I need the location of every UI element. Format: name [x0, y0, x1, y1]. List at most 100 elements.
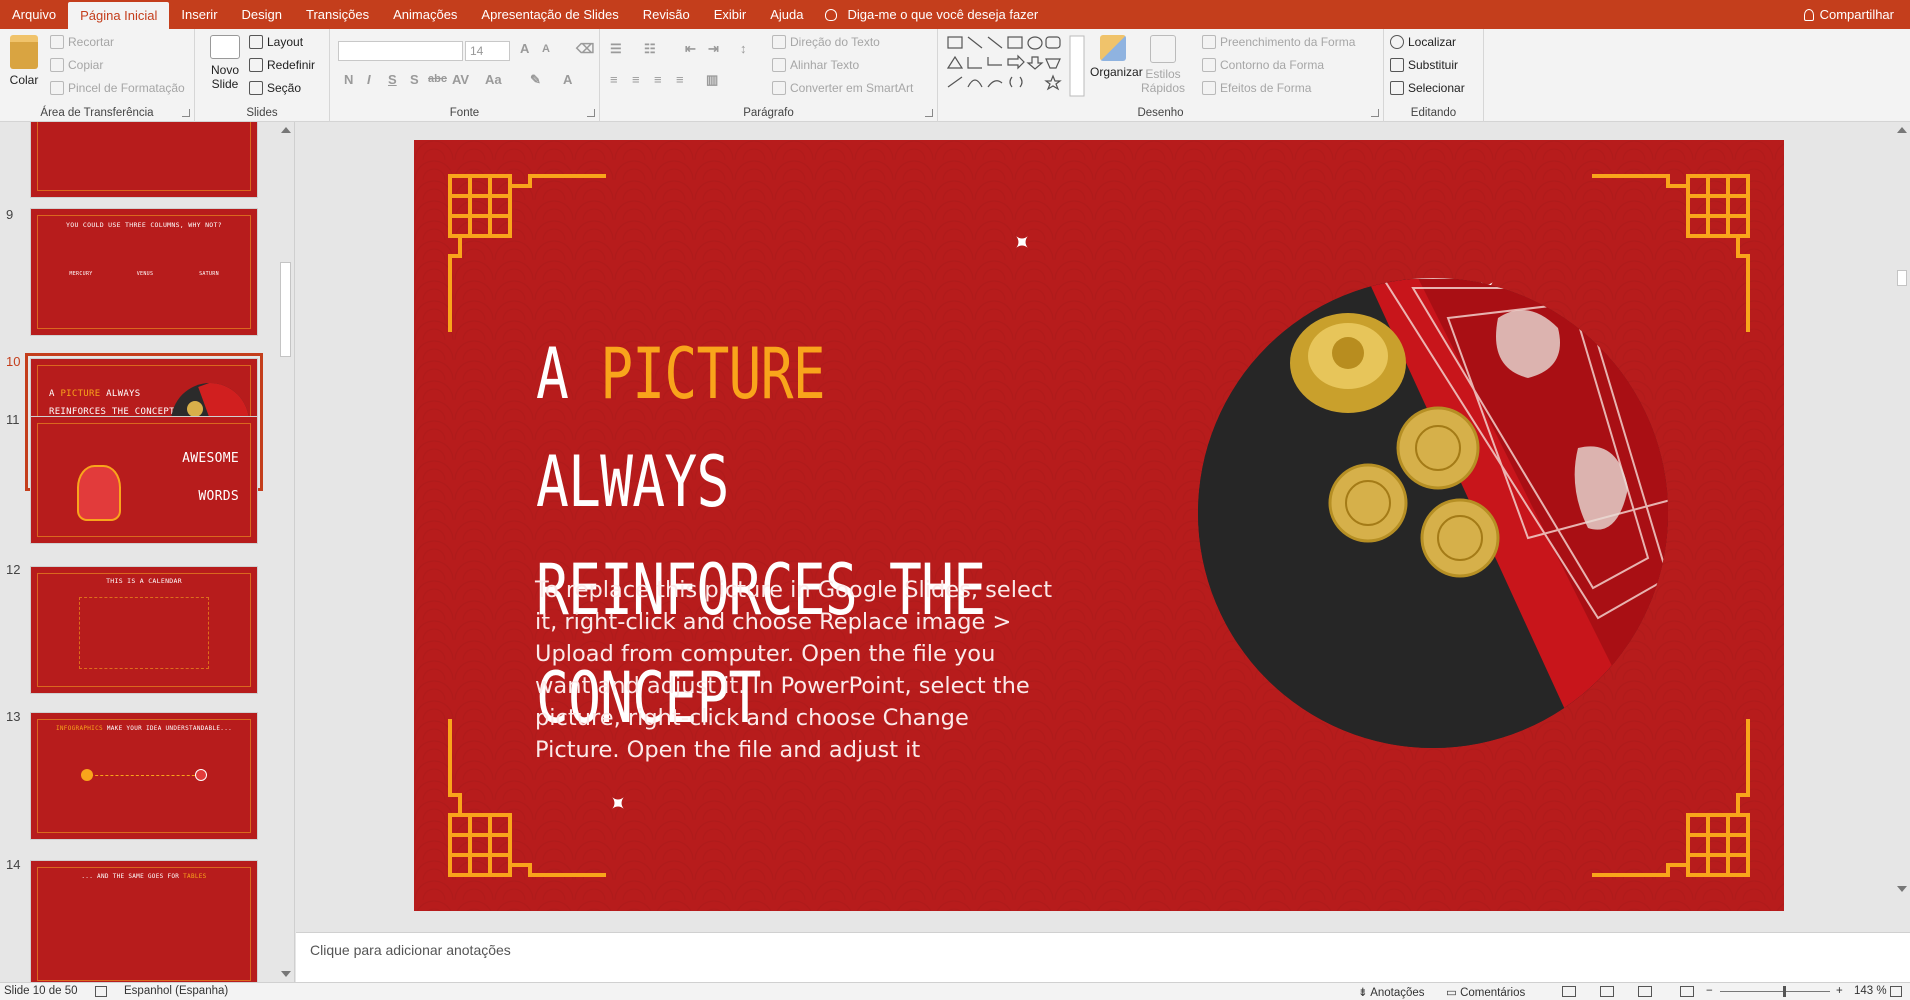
arrange-label: Organizar — [1090, 65, 1143, 79]
bullets-icon[interactable]: ☰ — [610, 41, 622, 57]
replace-button[interactable]: Substituir — [1390, 58, 1458, 72]
align-center-icon[interactable]: ≡ — [632, 72, 640, 87]
select-label: Selecionar — [1408, 81, 1465, 95]
grow-font-icon[interactable]: A — [520, 41, 529, 56]
language-indicator[interactable]: Espanhol (Espanha) — [124, 985, 228, 997]
tab-arquivo[interactable]: Arquivo — [0, 0, 68, 29]
thumb-title-hl: TABLES — [183, 873, 207, 880]
slide-thumbnail-12[interactable]: THIS IS A CALENDAR — [30, 566, 258, 694]
shape-effects-button[interactable]: Efeitos de Forma — [1202, 81, 1311, 95]
shape-outline-button[interactable]: Contorno da Forma — [1202, 58, 1324, 72]
notes-toggle[interactable]: ⇟ Anotações — [1358, 985, 1425, 999]
notes-pane[interactable]: Clique para adicionar anotações — [296, 932, 1910, 982]
zoom-level[interactable]: 143 % — [1854, 985, 1887, 997]
paragraph-dialog-launcher[interactable] — [925, 109, 933, 117]
font-name-combo[interactable] — [338, 41, 463, 61]
clipboard-group: Colar Recortar Copiar Pincel de Formataç… — [0, 29, 195, 122]
slide-thumbnail-8[interactable] — [30, 122, 258, 198]
font-color-button[interactable]: A — [563, 72, 572, 87]
drawing-dialog-launcher[interactable] — [1371, 109, 1379, 117]
new-slide-button[interactable]: Novo Slide — [205, 35, 245, 91]
fit-to-window-icon[interactable] — [1890, 986, 1902, 997]
tab-inserir[interactable]: Inserir — [169, 0, 229, 29]
tell-me-search[interactable]: Diga-me o que você deseja fazer — [815, 0, 1048, 29]
tab-exibir[interactable]: Exibir — [702, 0, 759, 29]
new-slide-icon — [210, 35, 240, 59]
scrollbar-thumb[interactable] — [280, 262, 291, 357]
normal-view-icon[interactable] — [1562, 986, 1576, 997]
zoom-out-button[interactable]: − — [1706, 985, 1713, 997]
slide-thumbnail-pane[interactable]: 9 YOU COULD USE THREE COLUMNS, WHY NOT? … — [0, 122, 295, 982]
highlight-icon[interactable]: ✎ — [530, 72, 541, 88]
align-right-icon[interactable]: ≡ — [654, 72, 662, 87]
cut-button[interactable]: Recortar — [50, 35, 114, 49]
scroll-up-arrow[interactable] — [1897, 127, 1907, 133]
slideshow-icon[interactable] — [1680, 986, 1694, 997]
zoom-in-button[interactable]: + — [1836, 985, 1843, 997]
slide-canvas[interactable]: A PICTURE ALWAYS REINFORCES THE CONCEPT … — [414, 140, 1784, 911]
increase-indent-icon[interactable]: ⇥ — [708, 41, 719, 57]
reset-button[interactable]: Redefinir — [249, 58, 315, 72]
slide-thumbnail-9[interactable]: YOU COULD USE THREE COLUMNS, WHY NOT? ME… — [30, 208, 258, 336]
scroll-down-arrow[interactable] — [281, 971, 291, 977]
tab-apresentacao[interactable]: Apresentação de Slides — [469, 0, 630, 29]
numbering-icon[interactable]: ☷ — [644, 41, 656, 57]
copy-button[interactable]: Copiar — [50, 58, 103, 72]
clipboard-dialog-launcher[interactable] — [182, 109, 190, 117]
slide-thumbnail-13[interactable]: INFOGRAPHICS MAKE YOUR IDEA UNDERSTANDAB… — [30, 712, 258, 840]
section-button[interactable]: Seção — [249, 81, 301, 95]
tab-animacoes[interactable]: Animações — [381, 0, 469, 29]
tab-ajuda[interactable]: Ajuda — [758, 0, 815, 29]
italic-button[interactable]: I — [367, 72, 371, 87]
zoom-slider-thumb[interactable] — [1783, 986, 1786, 997]
paste-button[interactable]: Colar — [6, 35, 42, 87]
decrease-indent-icon[interactable]: ⇤ — [685, 41, 696, 57]
slide-body-text[interactable]: To replace this picture in Google Slides… — [535, 574, 1055, 766]
select-button[interactable]: Selecionar — [1390, 81, 1465, 95]
zoom-slider[interactable] — [1720, 991, 1830, 992]
align-left-icon[interactable]: ≡ — [610, 72, 618, 87]
find-button[interactable]: Localizar — [1390, 35, 1456, 49]
shrink-font-icon[interactable]: A — [542, 43, 550, 55]
char-spacing-button[interactable]: AV — [452, 72, 469, 87]
text-direction-button[interactable]: Direção do Texto — [772, 35, 880, 49]
editor-scrollbar[interactable] — [1894, 122, 1910, 932]
change-case-button[interactable]: Aa — [485, 72, 502, 87]
font-size-combo[interactable]: 14 — [465, 41, 510, 61]
thumbnail-scrollbar[interactable] — [278, 122, 293, 982]
spellcheck-icon[interactable] — [95, 986, 107, 997]
scroll-down-arrow[interactable] — [1897, 886, 1907, 892]
slide-sorter-icon[interactable] — [1600, 986, 1614, 997]
shape-fill-button[interactable]: Preenchimento da Forma — [1202, 35, 1355, 49]
line-spacing-icon[interactable]: ↕ — [740, 41, 747, 56]
format-painter-label: Pincel de Formatação — [68, 81, 185, 95]
reading-view-icon[interactable] — [1638, 986, 1652, 997]
comments-toggle[interactable]: ▭ Comentários — [1446, 985, 1525, 999]
strikethrough-button[interactable]: abc — [428, 73, 447, 85]
smartart-button[interactable]: Converter em SmartArt — [772, 81, 913, 95]
underline-button[interactable]: S — [388, 72, 397, 87]
clear-format-icon[interactable]: ⌫ — [576, 41, 594, 57]
slide-editor: A PICTURE ALWAYS REINFORCES THE CONCEPT … — [296, 122, 1894, 995]
slide-photo[interactable] — [1198, 278, 1668, 748]
bold-button[interactable]: N — [344, 72, 353, 87]
format-painter-button[interactable]: Pincel de Formatação — [50, 81, 185, 95]
columns-icon[interactable]: ▥ — [706, 72, 718, 88]
shadow-button[interactable]: S — [410, 72, 419, 87]
quick-styles-button[interactable]: Estilos Rápidos — [1138, 35, 1188, 95]
align-text-button[interactable]: Alinhar Texto — [772, 58, 859, 72]
arrange-button[interactable]: Organizar — [1090, 35, 1143, 79]
scrollbar-thumb[interactable] — [1897, 270, 1907, 286]
tab-transicoes[interactable]: Transições — [294, 0, 381, 29]
slide-thumbnail-14[interactable]: ... AND THE SAME GOES FOR TABLES — [30, 860, 258, 982]
font-dialog-launcher[interactable] — [587, 109, 595, 117]
shapes-gallery[interactable] — [946, 35, 1086, 97]
justify-icon[interactable]: ≡ — [676, 72, 684, 87]
layout-button[interactable]: Layout — [249, 35, 303, 49]
share-button[interactable]: Compartilhar — [1803, 0, 1894, 29]
tab-design[interactable]: Design — [230, 0, 294, 29]
scroll-up-arrow[interactable] — [281, 127, 291, 133]
tab-pagina-inicial[interactable]: Página Inicial — [68, 2, 170, 29]
tab-revisao[interactable]: Revisão — [631, 0, 702, 29]
slide-thumbnail-11[interactable]: AWESOME WORDS — [30, 416, 258, 544]
